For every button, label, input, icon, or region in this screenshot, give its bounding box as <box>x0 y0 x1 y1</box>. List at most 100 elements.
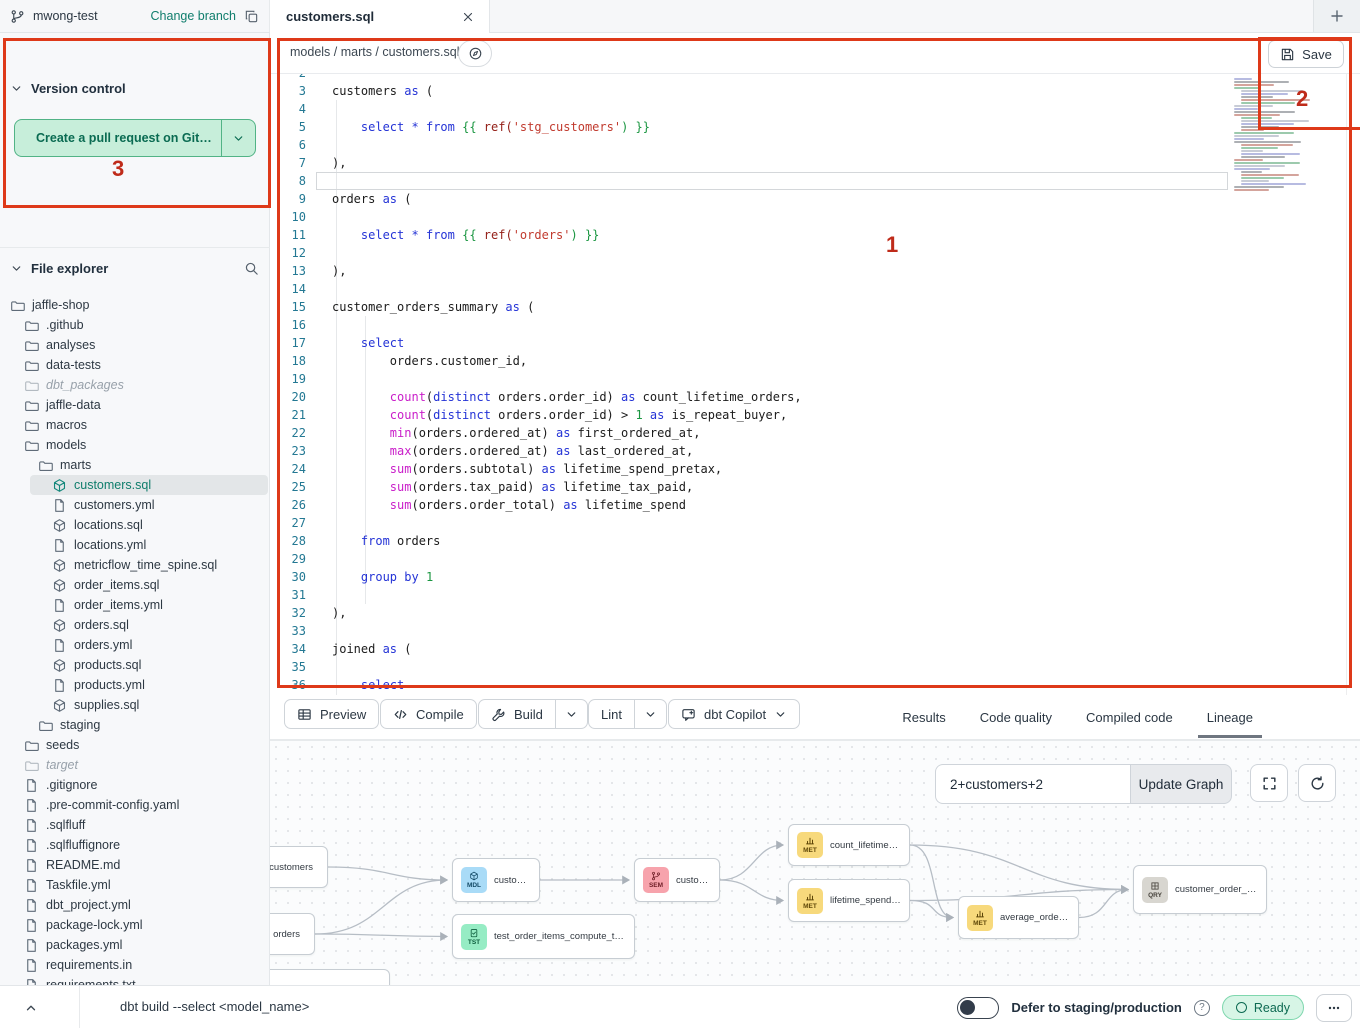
tab-compiled-code[interactable]: Compiled code <box>1069 695 1190 740</box>
editor-scrollbar[interactable] <box>1346 74 1347 695</box>
code-line-32[interactable]: 32), <box>270 604 802 622</box>
lineage-node-stg[interactable]: stg_customers <box>270 846 328 888</box>
file-tree-item-supplies.sql[interactable]: supplies.sql <box>0 695 268 715</box>
code-line-5[interactable]: 5 select * from {{ ref('stg_customers') … <box>270 118 802 136</box>
tab-customers-sql[interactable]: customers.sql <box>270 0 490 33</box>
file-tree-item-.github[interactable]: .github <box>0 315 268 335</box>
file-tree-item-staging[interactable]: staging <box>0 715 268 735</box>
minimap[interactable] <box>1230 78 1322 198</box>
code-line-14[interactable]: 14 <box>270 280 802 298</box>
lint-dropdown[interactable] <box>634 700 666 728</box>
code-line-10[interactable]: 10 <box>270 208 802 226</box>
code-line-35[interactable]: 35 <box>270 658 802 676</box>
file-tree-item-products.yml[interactable]: products.yml <box>0 675 268 695</box>
new-tab-button[interactable] <box>1313 0 1360 32</box>
file-tree-item-macros[interactable]: macros <box>0 415 268 435</box>
file-tree-item-models[interactable]: models <box>0 435 268 455</box>
defer-toggle[interactable] <box>957 997 999 1019</box>
file-tree-item-.sqlfluff[interactable]: .sqlfluff <box>0 815 268 835</box>
build-dropdown[interactable] <box>555 700 587 728</box>
code-line-28[interactable]: 28 from orders <box>270 532 802 550</box>
tab-lineage[interactable]: Lineage <box>1190 695 1270 740</box>
lineage-node-met_count[interactable]: METcount_lifetime_orders <box>788 824 910 866</box>
code-line-3[interactable]: 3customers as ( <box>270 82 802 100</box>
code-line-33[interactable]: 33 <box>270 622 802 640</box>
code-line-23[interactable]: 23 max(orders.ordered_at) as last_ordere… <box>270 442 802 460</box>
file-tree-item-customers.yml[interactable]: customers.yml <box>0 495 268 515</box>
copy-icon[interactable] <box>244 9 259 24</box>
code-line-26[interactable]: 26 sum(orders.order_total) as lifetime_s… <box>270 496 802 514</box>
lineage-node-mdl[interactable]: MDLcustomers <box>452 858 540 902</box>
file-tree-item-seeds[interactable]: seeds <box>0 735 268 755</box>
lineage-node-tst[interactable]: TSTtest_order_items_compute_to_bools… <box>452 914 635 959</box>
file-tree-item-order_items.yml[interactable]: order_items.yml <box>0 595 268 615</box>
code-line-30[interactable]: 30 group by 1 <box>270 568 802 586</box>
update-graph-button[interactable]: Update Graph <box>1130 764 1232 804</box>
file-tree-item-jaffle-shop[interactable]: jaffle-shop <box>0 295 268 315</box>
tab-results[interactable]: Results <box>885 695 962 740</box>
file-tree-item-products.sql[interactable]: products.sql <box>0 655 268 675</box>
tab-code-quality[interactable]: Code quality <box>963 695 1069 740</box>
file-tree-item-Taskfile.yml[interactable]: Taskfile.yml <box>0 875 268 895</box>
code-line-15[interactable]: 15customer_orders_summary as ( <box>270 298 802 316</box>
code-line-36[interactable]: 36 select <box>270 676 802 694</box>
code-line-27[interactable]: 27 <box>270 514 802 532</box>
lineage-node-sem[interactable]: SEMcustomers <box>634 858 720 902</box>
code-line-20[interactable]: 20 count(distinct orders.order_id) as co… <box>270 388 802 406</box>
file-tree-item-data-tests[interactable]: data-tests <box>0 355 268 375</box>
refresh-button[interactable] <box>1298 764 1336 802</box>
lineage-node-qry[interactable]: QRYcustomer_order_metrics <box>1133 865 1267 914</box>
file-tree-item-target[interactable]: target <box>0 755 268 775</box>
code-line-11[interactable]: 11 select * from {{ ref('orders') }} <box>270 226 802 244</box>
create-pull-request-dropdown[interactable] <box>222 120 255 156</box>
file-tree-item-.gitignore[interactable]: .gitignore <box>0 775 268 795</box>
dbt-copilot-button[interactable]: dbt Copilot <box>668 699 800 729</box>
fullscreen-button[interactable] <box>1250 764 1288 802</box>
code-line-24[interactable]: 24 sum(orders.subtotal) as lifetime_spen… <box>270 460 802 478</box>
code-line-12[interactable]: 12 <box>270 244 802 262</box>
file-tree-item-orders.yml[interactable]: orders.yml <box>0 635 268 655</box>
code-editor[interactable]: 23customers as (45 select * from {{ ref(… <box>270 74 1360 695</box>
code-line-22[interactable]: 22 min(orders.ordered_at) as first_order… <box>270 424 802 442</box>
change-branch-link[interactable]: Change branch <box>151 9 236 23</box>
lineage-node-cut[interactable] <box>270 969 390 985</box>
save-button[interactable]: Save <box>1268 40 1344 68</box>
create-pull-request-main[interactable]: Create a pull request on Git… <box>15 120 222 156</box>
code-line-6[interactable]: 6 <box>270 136 802 154</box>
code-line-19[interactable]: 19 <box>270 370 802 388</box>
file-tree-item-customers.sql[interactable]: customers.sql <box>30 475 268 495</box>
help-icon[interactable]: ? <box>1194 1000 1210 1016</box>
file-explorer-header[interactable]: File explorer <box>0 257 269 279</box>
search-icon[interactable] <box>244 261 259 276</box>
file-tree-item-.pre-commit-config.yaml[interactable]: .pre-commit-config.yaml <box>0 795 268 815</box>
file-tree-item-marts[interactable]: marts <box>0 455 268 475</box>
command-text[interactable]: dbt build --select <model_name> <box>120 999 309 1014</box>
code-line-18[interactable]: 18 orders.customer_id, <box>270 352 802 370</box>
file-tree-item-.sqlfluffignore[interactable]: .sqlfluffignore <box>0 835 268 855</box>
copilot-pill-button[interactable] <box>458 40 492 67</box>
lineage-node-met_pretax[interactable]: METlifetime_spend_pretax <box>788 879 910 922</box>
code-line-25[interactable]: 25 sum(orders.tax_paid) as lifetime_tax_… <box>270 478 802 496</box>
file-tree-item-package-lock.yml[interactable]: package-lock.yml <box>0 915 268 935</box>
compile-button[interactable]: Compile <box>380 699 477 729</box>
file-tree-item-metricflow_time_spine.sql[interactable]: metricflow_time_spine.sql <box>0 555 268 575</box>
more-options-button[interactable] <box>1316 994 1352 1022</box>
code-line-29[interactable]: 29 <box>270 550 802 568</box>
lint-button[interactable]: Lint <box>588 699 667 729</box>
lineage-node-aov[interactable]: METaverage_order_value <box>958 896 1079 939</box>
code-line-4[interactable]: 4 <box>270 100 802 118</box>
code-line-13[interactable]: 13), <box>270 262 802 280</box>
code-line-21[interactable]: 21 count(distinct orders.order_id) > 1 a… <box>270 406 802 424</box>
create-pull-request-button[interactable]: Create a pull request on Git… <box>14 119 256 157</box>
lineage-filter-input[interactable] <box>935 764 1130 804</box>
file-tree-item-dbt_project.yml[interactable]: dbt_project.yml <box>0 895 268 915</box>
command-bar-expand[interactable] <box>0 986 80 1028</box>
code-line-16[interactable]: 16 <box>270 316 802 334</box>
build-button[interactable]: Build <box>478 699 588 729</box>
file-tree-item-requirements.in[interactable]: requirements.in <box>0 955 268 975</box>
file-tree-item-analyses[interactable]: analyses <box>0 335 268 355</box>
file-tree-item-packages.yml[interactable]: packages.yml <box>0 935 268 955</box>
code-line-7[interactable]: 7), <box>270 154 802 172</box>
code-line-17[interactable]: 17 select <box>270 334 802 352</box>
file-tree-item-locations.sql[interactable]: locations.sql <box>0 515 268 535</box>
